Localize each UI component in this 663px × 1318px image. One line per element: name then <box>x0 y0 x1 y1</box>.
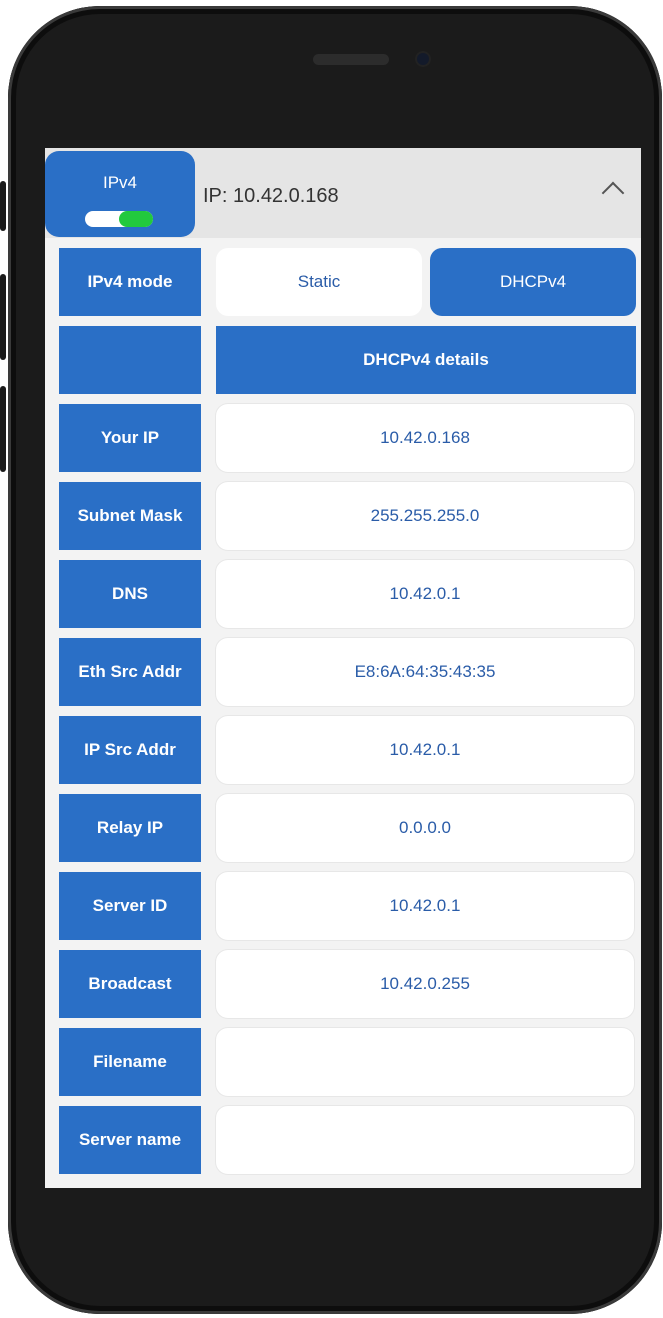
static-mode-button[interactable]: Static <box>216 248 422 316</box>
eth-src-addr-value: E8:6A:64:35:43:35 <box>216 638 634 706</box>
app-screen: IPv4 IP: 10.42.0.168 IPv4 mode Static DH… <box>45 148 641 1188</box>
server-id-label: Server ID <box>59 872 201 940</box>
broadcast-value: 10.42.0.255 <box>216 950 634 1018</box>
broadcast-label: Broadcast <box>59 950 201 1018</box>
dns-label: DNS <box>59 560 201 628</box>
volume-up-button <box>0 274 6 360</box>
ipv4-tab-label: IPv4 <box>102 173 138 192</box>
subnet-mask-label: Subnet Mask <box>59 482 201 550</box>
front-camera <box>417 53 429 65</box>
filename-label: Filename <box>59 1028 201 1096</box>
filename-value <box>216 1028 634 1096</box>
your-ip-value: 10.42.0.168 <box>216 404 634 472</box>
server-id-value: 10.42.0.1 <box>216 872 634 940</box>
dns-value: 10.42.0.1 <box>216 560 634 628</box>
server-name-value <box>216 1106 634 1174</box>
dhcpv4-mode-button[interactable]: DHCPv4 <box>430 248 636 316</box>
server-name-label: Server name <box>59 1106 201 1174</box>
action-button <box>0 181 6 231</box>
ip-src-addr-value: 10.42.0.1 <box>216 716 634 784</box>
details-label-spacer <box>59 326 201 394</box>
your-ip-label: Your IP <box>59 404 201 472</box>
relay-ip-value: 0.0.0.0 <box>216 794 634 862</box>
ipv4-tab[interactable]: IPv4 <box>45 151 195 237</box>
volume-down-button <box>0 386 6 472</box>
eth-src-addr-label: Eth Src Addr <box>59 638 201 706</box>
current-ip-text: IP: 10.42.0.168 <box>203 185 339 207</box>
ipv4-mode-label: IPv4 mode <box>59 248 201 316</box>
dhcpv4-details-header: DHCPv4 details <box>216 326 636 394</box>
toggle-knob <box>119 211 153 227</box>
chevron-up-icon[interactable] <box>601 181 625 205</box>
subnet-mask-value: 255.255.255.0 <box>216 482 634 550</box>
ipv4-toggle[interactable] <box>85 211 153 227</box>
earpiece-speaker <box>313 54 389 65</box>
ip-src-addr-label: IP Src Addr <box>59 716 201 784</box>
ipv4-header[interactable]: IPv4 IP: 10.42.0.168 <box>45 148 641 238</box>
relay-ip-label: Relay IP <box>59 794 201 862</box>
